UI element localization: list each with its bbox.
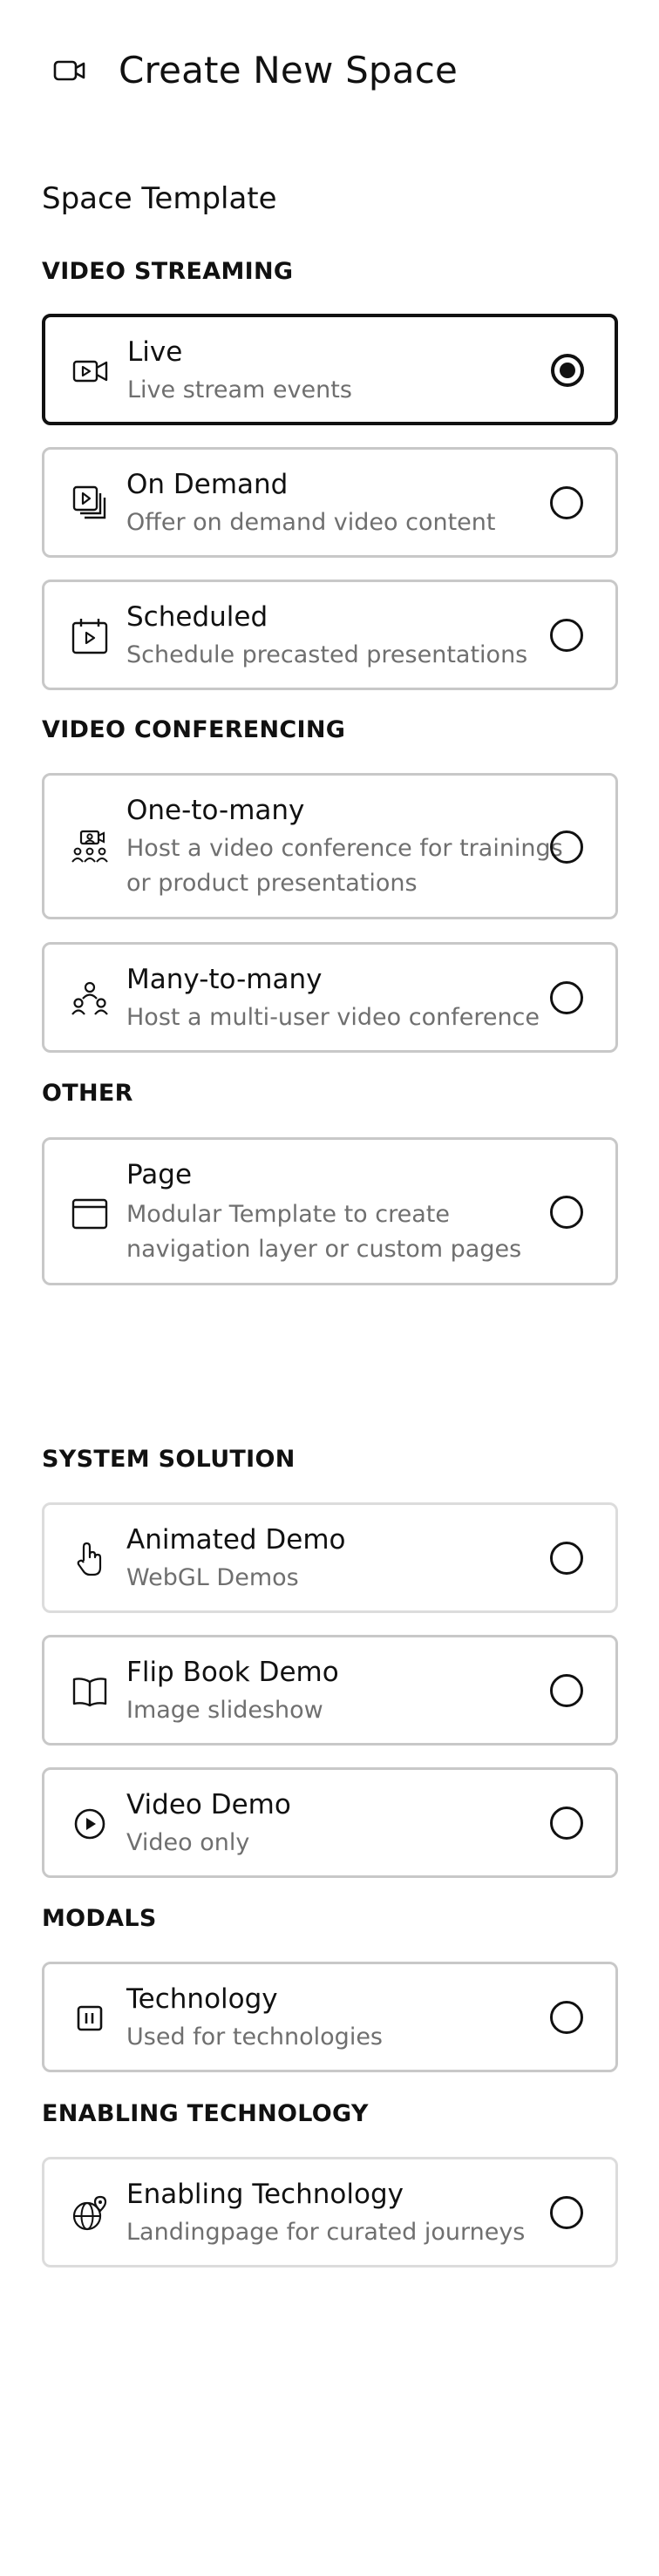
template-card-one-to-many[interactable]: One-to-many Host a video conference for … — [42, 773, 618, 919]
template-title: One-to-many — [126, 795, 305, 826]
template-title: Flip Book Demo — [126, 1657, 339, 1688]
play-circle-icon — [71, 1805, 109, 1843]
create-space-page: Create New Space Space Template VIDEO ST… — [0, 0, 659, 2576]
template-radio-technology[interactable] — [550, 2001, 583, 2034]
template-radio-animated-demo[interactable] — [550, 1542, 583, 1575]
browser-window-icon — [71, 1195, 109, 1233]
template-title: Live — [127, 336, 183, 368]
template-description: Host a video conference for trainings or… — [126, 835, 563, 897]
template-card-flip-book-demo[interactable]: Flip Book Demo Image slideshow — [42, 1635, 618, 1746]
template-description: Landingpage for curated journeys — [126, 2219, 526, 2246]
template-card-live[interactable]: Live Live stream events — [42, 314, 618, 425]
template-description: WebGL Demos — [126, 1564, 299, 1591]
page-title: Create New Space — [119, 49, 459, 92]
template-radio-live[interactable] — [551, 354, 584, 387]
template-card-animated-demo[interactable]: Animated Demo WebGL Demos — [42, 1502, 618, 1613]
template-title: On Demand — [126, 469, 289, 500]
template-title: Many-to-many — [126, 964, 323, 995]
globe-pin-icon — [71, 2194, 109, 2233]
template-radio-page[interactable] — [550, 1196, 583, 1229]
template-card-on-demand[interactable]: On Demand Offer on demand video content — [42, 447, 618, 558]
template-description: Host a multi-user video conference — [126, 1004, 540, 1031]
pause-square-icon — [71, 1999, 109, 2037]
template-title: Animated Demo — [126, 1524, 346, 1556]
open-book-icon — [71, 1672, 109, 1711]
group-icon — [71, 980, 109, 1018]
presenter-audience-icon — [71, 829, 109, 867]
hand-pointer-icon — [71, 1540, 109, 1578]
video-stack-icon — [71, 485, 109, 523]
group-label-enabling-technology: ENABLING TECHNOLOGY — [42, 2100, 369, 2127]
template-description: Live stream events — [127, 376, 352, 403]
template-card-video-demo[interactable]: Video Demo Video only — [42, 1767, 618, 1878]
template-radio-flip-book-demo[interactable] — [550, 1674, 583, 1707]
template-description: Offer on demand video content — [126, 509, 496, 536]
video-camera-icon — [71, 352, 110, 390]
group-label-other: OTHER — [42, 1080, 133, 1107]
template-title: Technology — [126, 1983, 278, 2015]
template-description: Used for technologies — [126, 2024, 383, 2051]
template-title: Scheduled — [126, 601, 268, 633]
template-title: Video Demo — [126, 1789, 291, 1820]
group-label-video-conferencing: VIDEO CONFERENCING — [42, 716, 346, 743]
group-label-system-solution: SYSTEM SOLUTION — [42, 1446, 296, 1473]
template-radio-video-demo[interactable] — [550, 1807, 583, 1840]
template-description: Video only — [126, 1829, 250, 1856]
video-camera-icon — [52, 56, 87, 85]
template-card-technology[interactable]: Technology Used for technologies — [42, 1962, 618, 2072]
template-card-enabling-technology[interactable]: Enabling Technology Landingpage for cura… — [42, 2157, 618, 2268]
template-description: Modular Template to create navigation la… — [126, 1201, 522, 1263]
template-title: Enabling Technology — [126, 2179, 404, 2210]
calendar-play-icon — [71, 617, 109, 655]
page-header: Create New Space — [0, 40, 659, 101]
template-radio-scheduled[interactable] — [550, 619, 583, 652]
template-title: Page — [126, 1159, 193, 1190]
template-radio-many-to-many[interactable] — [550, 981, 583, 1014]
template-description: Schedule precasted presentations — [126, 641, 528, 668]
template-card-many-to-many[interactable]: Many-to-many Host a multi-user video con… — [42, 942, 618, 1053]
group-label-modals: MODALS — [42, 1905, 157, 1932]
template-description: Image slideshow — [126, 1697, 323, 1724]
radio-dot — [560, 363, 575, 378]
group-label-video-streaming: VIDEO STREAMING — [42, 258, 294, 285]
template-card-page[interactable]: Page Modular Template to create navigati… — [42, 1137, 618, 1285]
template-radio-enabling-technology[interactable] — [550, 2196, 583, 2229]
template-radio-one-to-many[interactable] — [550, 830, 583, 864]
template-card-scheduled[interactable]: Scheduled Schedule precasted presentatio… — [42, 580, 618, 690]
section-title: Space Template — [42, 181, 277, 216]
template-radio-on-demand[interactable] — [550, 486, 583, 519]
